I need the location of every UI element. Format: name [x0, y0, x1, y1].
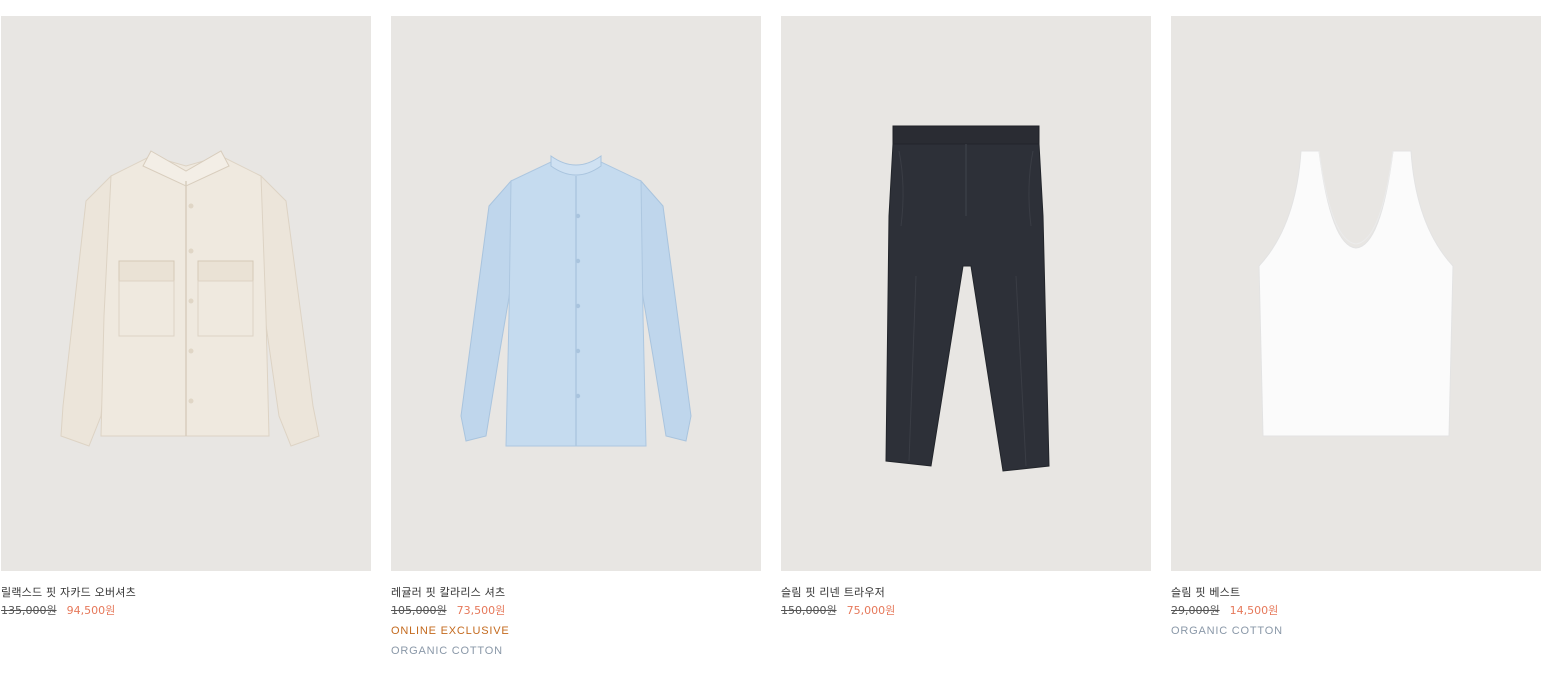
product-name[interactable]: 레귤러 핏 칼라리스 셔츠 [391, 586, 761, 600]
product-image[interactable] [1171, 16, 1541, 571]
vest-illustration [1258, 150, 1454, 437]
original-price: 29,000원 [1171, 604, 1220, 617]
trousers-illustration [885, 125, 1050, 472]
original-price: 135,000원 [1, 604, 57, 617]
overshirt-illustration [60, 150, 320, 447]
product-card[interactable]: 릴랙스드 핏 자카드 오버셔츠 135,000원 94,500원 [1, 16, 371, 658]
original-price: 105,000원 [391, 604, 447, 617]
original-price: 150,000원 [781, 604, 837, 617]
product-name[interactable]: 슬림 핏 리넨 트라우저 [781, 586, 1151, 600]
product-card[interactable]: 슬림 핏 베스트 29,000원 14,500원 ORGANIC COTTON [1171, 16, 1541, 658]
product-card[interactable]: 슬림 핏 리넨 트라우저 150,000원 75,000원 [781, 16, 1151, 658]
product-name[interactable]: 슬림 핏 베스트 [1171, 586, 1541, 600]
collarless-shirt-illustration [460, 155, 692, 447]
organic-cotton-badge: ORGANIC COTTON [1171, 625, 1283, 637]
product-prices: 150,000원 75,000원 [781, 604, 1151, 618]
sale-price: 73,500원 [456, 604, 506, 617]
product-prices: 29,000원 14,500원 [1171, 604, 1541, 618]
product-prices: 105,000원 73,500원 [391, 604, 761, 618]
product-image[interactable] [391, 16, 761, 571]
sale-price: 94,500원 [66, 604, 116, 617]
product-card[interactable]: 레귤러 핏 칼라리스 셔츠 105,000원 73,500원 ONLINE EX… [391, 16, 761, 658]
organic-cotton-badge: ORGANIC COTTON [391, 645, 503, 657]
sale-price: 14,500원 [1229, 604, 1279, 617]
product-grid: 릴랙스드 핏 자카드 오버셔츠 135,000원 94,500원 레귤러 핏 칼… [1, 16, 1541, 658]
product-prices: 135,000원 94,500원 [1, 604, 371, 618]
product-image[interactable] [781, 16, 1151, 571]
sale-price: 75,000원 [846, 604, 896, 617]
product-name[interactable]: 릴랙스드 핏 자카드 오버셔츠 [1, 586, 371, 600]
product-image[interactable] [1, 16, 371, 571]
online-exclusive-badge: ONLINE EXCLUSIVE [391, 625, 510, 637]
